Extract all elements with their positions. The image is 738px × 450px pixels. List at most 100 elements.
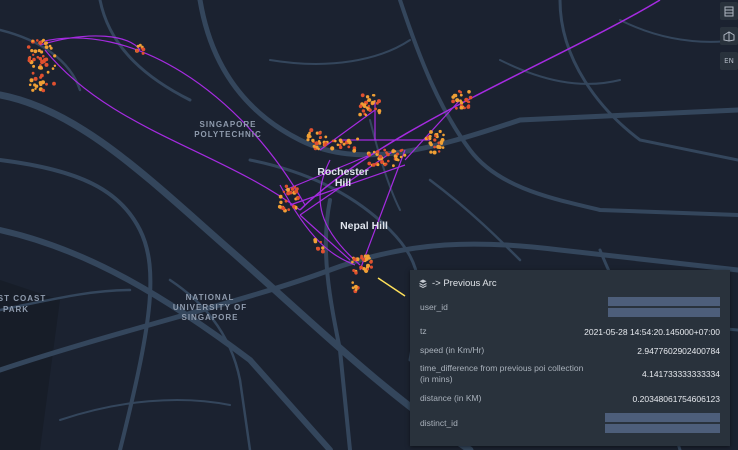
poi-point[interactable] <box>376 163 380 167</box>
poi-point[interactable] <box>433 145 436 149</box>
poi-point[interactable] <box>360 256 364 260</box>
poi-point[interactable] <box>440 138 445 142</box>
poi-point[interactable] <box>347 145 351 149</box>
poi-point[interactable] <box>352 257 357 262</box>
poi-point[interactable] <box>330 146 335 151</box>
poi-point[interactable] <box>26 45 31 49</box>
poi-point[interactable] <box>41 80 45 85</box>
poi-point[interactable] <box>441 146 445 149</box>
poi-point[interactable] <box>37 49 41 53</box>
poi-point[interactable] <box>383 163 387 167</box>
poi-point[interactable] <box>32 57 36 62</box>
poi-point[interactable] <box>38 40 43 46</box>
poi-point[interactable] <box>308 131 311 135</box>
poi-point[interactable] <box>316 246 321 251</box>
poi-point[interactable] <box>433 138 437 142</box>
map-style-button[interactable] <box>720 27 738 45</box>
poi-point[interactable] <box>378 154 383 159</box>
poi-point[interactable] <box>311 138 315 143</box>
poi-point[interactable] <box>288 190 293 195</box>
poi-point[interactable] <box>429 150 433 154</box>
poi-point[interactable] <box>369 260 373 264</box>
poi-point[interactable] <box>29 78 34 83</box>
poi-point[interactable] <box>53 64 57 68</box>
poi-point[interactable] <box>293 185 297 189</box>
poi-point[interactable] <box>455 98 460 103</box>
poi-point[interactable] <box>455 106 458 110</box>
poi-point[interactable] <box>44 62 49 67</box>
poi-point[interactable] <box>359 265 363 270</box>
poi-point[interactable] <box>466 105 471 109</box>
poi-point[interactable] <box>394 157 399 161</box>
poi-point[interactable] <box>383 148 387 152</box>
poi-point[interactable] <box>366 263 370 268</box>
poi-point[interactable] <box>45 82 48 86</box>
poi-point[interactable] <box>44 57 49 62</box>
poi-point[interactable] <box>309 128 314 133</box>
poi-point[interactable] <box>51 67 55 70</box>
poi-point[interactable] <box>141 51 145 55</box>
poi-point[interactable] <box>44 45 49 49</box>
poi-point[interactable] <box>463 106 466 110</box>
poi-point[interactable] <box>313 239 318 244</box>
poi-point[interactable] <box>38 65 43 70</box>
poi-point[interactable] <box>136 44 140 48</box>
poi-point[interactable] <box>368 108 372 112</box>
poi-point[interactable] <box>312 144 316 148</box>
poi-point[interactable] <box>367 104 371 108</box>
poi-point[interactable] <box>31 39 34 43</box>
poi-point[interactable] <box>141 47 146 52</box>
poi-point[interactable] <box>28 83 32 87</box>
poi-point[interactable] <box>363 103 367 106</box>
poi-point[interactable] <box>352 148 357 152</box>
poi-point[interactable] <box>438 129 442 134</box>
poi-point[interactable] <box>385 151 388 154</box>
poi-point[interactable] <box>286 187 290 192</box>
poi-point[interactable] <box>324 141 328 145</box>
poi-point[interactable] <box>434 134 437 138</box>
poi-point[interactable] <box>351 281 355 284</box>
poi-point[interactable] <box>346 138 351 143</box>
poi-point[interactable] <box>34 84 39 88</box>
poi-point[interactable] <box>284 184 289 188</box>
poi-point[interactable] <box>284 199 288 203</box>
poi-point[interactable] <box>376 150 380 154</box>
poi-point[interactable] <box>451 99 455 104</box>
poi-point[interactable] <box>377 99 381 104</box>
poi-point[interactable] <box>32 64 36 68</box>
poi-point[interactable] <box>438 150 441 153</box>
poi-point[interactable] <box>40 73 44 78</box>
poi-point[interactable] <box>278 194 283 199</box>
poi-point[interactable] <box>351 260 354 264</box>
poi-point[interactable] <box>354 271 358 275</box>
poi-point[interactable] <box>324 135 328 139</box>
poi-point[interactable] <box>356 137 360 141</box>
poi-point[interactable] <box>393 150 397 153</box>
poi-point[interactable] <box>331 139 335 143</box>
poi-point[interactable] <box>32 53 35 56</box>
poi-point[interactable] <box>399 155 403 159</box>
poi-point[interactable] <box>366 268 370 271</box>
language-button[interactable]: EN <box>720 52 738 70</box>
poi-point[interactable] <box>400 148 404 152</box>
poi-point[interactable] <box>459 105 464 110</box>
poi-point[interactable] <box>387 159 390 163</box>
poi-point[interactable] <box>318 131 322 135</box>
poi-point[interactable] <box>354 288 358 292</box>
poi-point[interactable] <box>442 133 445 137</box>
poi-point[interactable] <box>309 135 312 138</box>
poi-point[interactable] <box>33 49 38 54</box>
poi-point[interactable] <box>361 109 366 113</box>
poi-point[interactable] <box>336 143 340 147</box>
poi-point[interactable] <box>358 104 363 109</box>
poi-point[interactable] <box>281 206 286 211</box>
poi-point[interactable] <box>42 54 45 58</box>
poi-point[interactable] <box>338 143 342 147</box>
poi-point[interactable] <box>428 141 433 145</box>
poi-point[interactable] <box>46 70 50 74</box>
poi-point[interactable] <box>321 246 325 250</box>
poi-point[interactable] <box>467 100 471 104</box>
poi-point[interactable] <box>282 190 286 193</box>
poi-point[interactable] <box>396 152 399 156</box>
poi-point[interactable] <box>457 89 461 93</box>
